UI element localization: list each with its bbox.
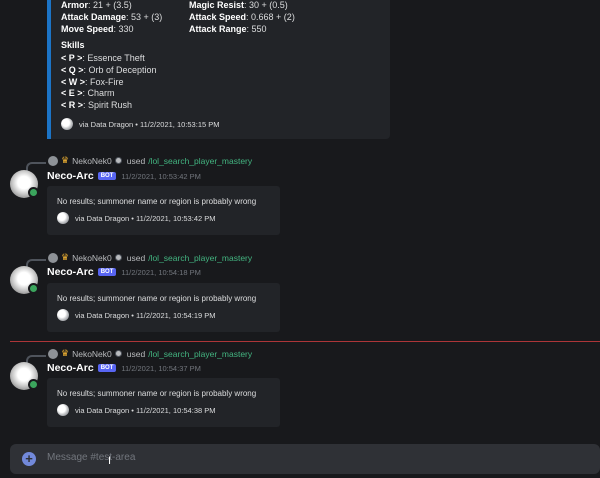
result-embed: No results; summoner name or region is p… (47, 186, 280, 235)
data-dragon-icon (61, 118, 73, 130)
bot-tag: BOT (97, 172, 117, 180)
stat-armor: Armor: 21 + (3.5) (61, 0, 132, 10)
embed-description: No results; summoner name or region is p… (57, 389, 257, 398)
skill-w: < W >: Fox-Fire (61, 77, 124, 87)
data-dragon-icon (57, 404, 69, 416)
stat-magic-resist: Magic Resist: 30 + (0.5) (189, 0, 288, 10)
skill-p: < P >: Essence Theft (61, 53, 145, 63)
skills-heading: Skills (61, 40, 85, 50)
author-name[interactable]: Neco-Arc (47, 170, 94, 182)
crown-icon: ♛ (61, 348, 70, 358)
bot-tag: BOT (97, 364, 117, 372)
user-avatar-icon[interactable] (48, 155, 58, 166)
slash-command[interactable]: /lol_search_player_mastery (148, 253, 252, 263)
reply-used-text: used (126, 155, 146, 166)
badge-icon (114, 254, 122, 261)
timestamp[interactable]: 11/2/2021, 10:53:42 PM (121, 172, 201, 181)
message-header: Neco-Arc BOT 11/2/2021, 10:54:18 PM (47, 266, 201, 278)
skill-q: < Q >: Orb of Deception (61, 65, 157, 75)
online-status-icon (28, 379, 39, 390)
result-embed: No results; summoner name or region is p… (47, 378, 280, 427)
reply-reference[interactable]: ♛ NekoNek0 used /lol_search_player_maste… (48, 155, 252, 166)
stat-attack-range: Attack Range: 550 (189, 24, 267, 34)
text-cursor-icon: I (108, 455, 112, 467)
badge-icon (114, 157, 122, 164)
embed-footer: via Data Dragon • 11/2/2021, 10:54:38 PM (57, 404, 216, 416)
stat-move-speed: Move Speed: 330 (61, 24, 134, 34)
reply-username[interactable]: NekoNek0 (72, 156, 112, 166)
skill-e: < E >: Charm (61, 88, 115, 98)
embed-description: No results; summoner name or region is p… (57, 197, 257, 206)
badge-icon (114, 350, 122, 357)
crown-icon: ♛ (61, 252, 70, 262)
stat-attack-speed: Attack Speed: 0.668 + (2) (189, 12, 295, 22)
message-composer[interactable]: + Message #test-area (10, 444, 600, 474)
add-attachment-icon[interactable]: + (22, 452, 36, 466)
data-dragon-icon (57, 212, 69, 224)
champion-embed: Armor: 21 + (3.5) Magic Resist: 30 + (0.… (47, 0, 390, 139)
embed-description: No results; summoner name or region is p… (57, 294, 257, 303)
slash-command[interactable]: /lol_search_player_mastery (148, 349, 252, 359)
embed-footer: via Data Dragon • 11/2/2021, 10:53:15 PM (61, 118, 220, 130)
reply-used-text: used (126, 348, 146, 359)
reply-username[interactable]: NekoNek0 (72, 253, 112, 263)
reply-reference[interactable]: ♛ NekoNek0 used /lol_search_player_maste… (48, 348, 252, 359)
message-header: Neco-Arc BOT 11/2/2021, 10:54:37 PM (47, 362, 201, 374)
message-input[interactable]: Message #test-area (47, 452, 135, 463)
bot-tag: BOT (97, 268, 117, 276)
embed-footer: via Data Dragon • 11/2/2021, 10:53:42 PM (57, 212, 216, 224)
message-header: Neco-Arc BOT 11/2/2021, 10:53:42 PM (47, 170, 201, 182)
data-dragon-icon (57, 309, 69, 321)
reply-reference[interactable]: ♛ NekoNek0 used /lol_search_player_maste… (48, 252, 252, 263)
timestamp[interactable]: 11/2/2021, 10:54:18 PM (121, 268, 201, 277)
reply-used-text: used (126, 252, 146, 263)
timestamp[interactable]: 11/2/2021, 10:54:37 PM (121, 364, 201, 373)
stat-attack-damage: Attack Damage: 53 + (3) (61, 12, 163, 22)
reply-username[interactable]: NekoNek0 (72, 349, 112, 359)
result-embed: No results; summoner name or region is p… (47, 283, 280, 332)
author-name[interactable]: Neco-Arc (47, 362, 94, 374)
online-status-icon (28, 187, 39, 198)
new-messages-divider (10, 341, 600, 342)
user-avatar-icon[interactable] (48, 348, 58, 359)
slash-command[interactable]: /lol_search_player_mastery (148, 156, 252, 166)
user-avatar-icon[interactable] (48, 252, 58, 263)
skill-r: < R >: Spirit Rush (61, 100, 133, 110)
author-name[interactable]: Neco-Arc (47, 266, 94, 278)
online-status-icon (28, 283, 39, 294)
crown-icon: ♛ (61, 155, 70, 165)
embed-footer: via Data Dragon • 11/2/2021, 10:54:19 PM (57, 309, 216, 321)
